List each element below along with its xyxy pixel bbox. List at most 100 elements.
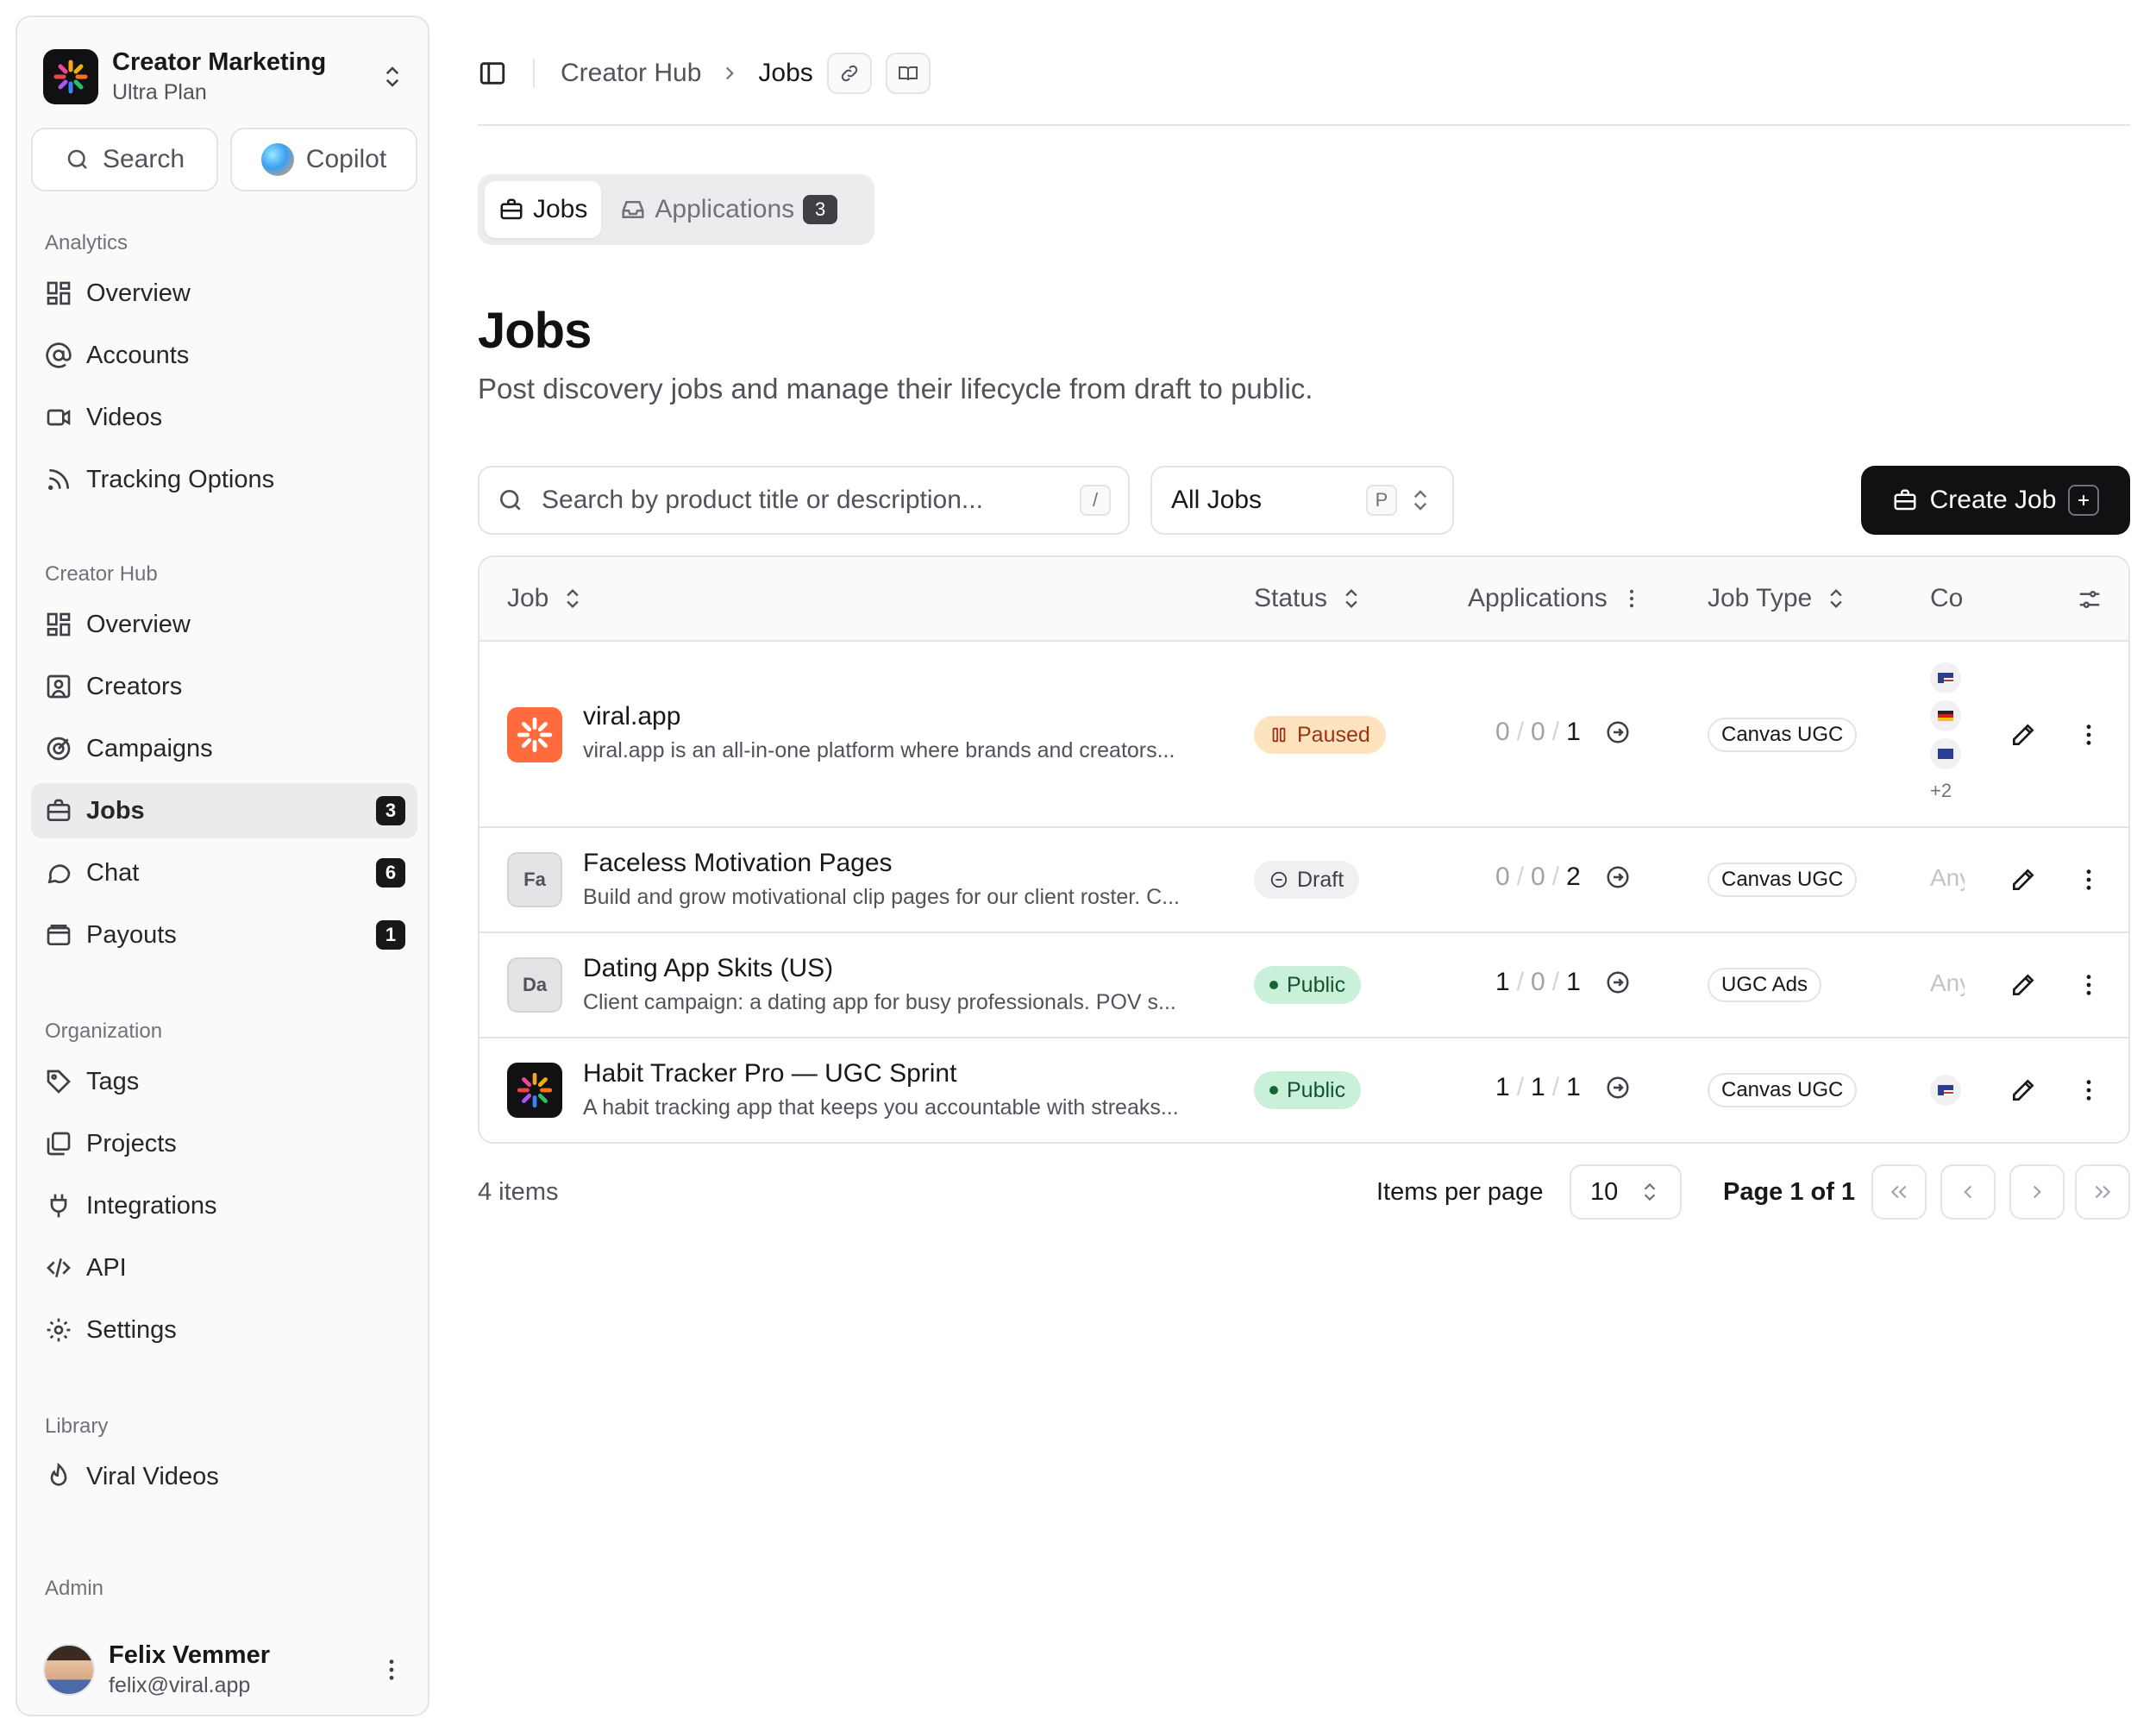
sidebar-item-campaigns[interactable]: Campaigns xyxy=(31,721,417,776)
book-open-icon xyxy=(898,66,918,81)
job-title[interactable]: Faceless Motivation Pages xyxy=(583,849,893,878)
more-countries: +2 xyxy=(1930,780,1952,801)
job-thumbnail xyxy=(507,1063,562,1118)
create-job-button[interactable]: Create Job xyxy=(1861,466,2130,535)
job-filter-select[interactable]: All Jobs P xyxy=(1150,466,1454,535)
sidebar-item-hub-overview[interactable]: Overview xyxy=(31,597,417,652)
sidebar-item-viral-videos[interactable]: Viral Videos xyxy=(31,1449,417,1504)
job-title[interactable]: viral.app xyxy=(583,702,680,731)
edit-icon[interactable] xyxy=(2009,721,2037,749)
tab-jobs[interactable]: Jobs xyxy=(485,181,602,238)
sidebar-item-payouts[interactable]: Payouts 1 xyxy=(31,907,417,963)
arrow-right-circle-icon[interactable] xyxy=(1605,969,1631,995)
sidebar-item-jobs[interactable]: Jobs 3 xyxy=(31,783,417,838)
pause-icon xyxy=(1272,727,1286,743)
sidebar-item-videos[interactable]: Videos xyxy=(31,390,417,445)
last-page-button[interactable] xyxy=(2075,1164,2130,1220)
wallet-icon xyxy=(47,925,71,945)
dashboard-icon xyxy=(47,612,71,637)
search-input[interactable] xyxy=(542,486,1080,515)
sidebar-item-label: Settings xyxy=(86,1315,177,1344)
table-row[interactable]: Da Dating App Skits (US) Client campaign… xyxy=(479,933,2128,1038)
sidebar-item-analytics-overview[interactable]: Overview xyxy=(31,266,417,321)
items-per-page-value: 10 xyxy=(1590,1177,1619,1206)
prev-page-button[interactable] xyxy=(1940,1164,1996,1220)
more-vertical-icon[interactable] xyxy=(378,1656,405,1684)
tag-icon xyxy=(47,1070,71,1094)
flag-de-icon xyxy=(1930,700,1961,731)
nav-heading: Library xyxy=(45,1414,109,1438)
sidebar-item-accounts[interactable]: Accounts xyxy=(31,328,417,383)
job-type-badge: UGC Ads xyxy=(1708,968,1822,1002)
job-title[interactable]: Dating App Skits (US) xyxy=(583,954,833,983)
sidebar-item-projects[interactable]: Projects xyxy=(31,1116,417,1171)
column-header-applications[interactable]: Applications xyxy=(1468,557,1644,640)
job-title[interactable]: Habit Tracker Pro — UGC Sprint xyxy=(583,1059,956,1088)
sidebar-item-tracking-options[interactable]: Tracking Options xyxy=(31,452,417,507)
count-badge: 1 xyxy=(376,920,405,950)
docs-button[interactable] xyxy=(885,53,931,94)
status-label: Paused xyxy=(1297,722,1370,747)
more-vertical-icon[interactable] xyxy=(2075,866,2103,894)
column-header-country[interactable]: Co xyxy=(1930,557,1978,640)
column-label: Applications xyxy=(1468,584,1608,612)
sidebar-item-tags[interactable]: Tags xyxy=(31,1054,417,1109)
chevron-right-icon xyxy=(2033,1185,2041,1199)
search-shortcut: / xyxy=(1080,485,1111,516)
copy-link-button[interactable] xyxy=(826,53,872,94)
country-value: Any xyxy=(1930,864,1965,891)
count-badge: 3 xyxy=(376,796,405,825)
sidebar-item-api[interactable]: API xyxy=(31,1240,417,1295)
search-icon xyxy=(500,490,521,511)
status-label: Public xyxy=(1287,1077,1346,1102)
sidebar-item-label: Campaigns xyxy=(86,734,213,762)
column-header-job-type[interactable]: Job Type xyxy=(1708,557,1848,640)
sidebar-item-label: Integrations xyxy=(86,1191,217,1220)
edit-icon[interactable] xyxy=(2009,1076,2037,1104)
table-row[interactable]: Fa Faceless Motivation Pages Build and g… xyxy=(479,828,2128,933)
job-search: / xyxy=(478,466,1130,535)
nav-group-admin: Admin xyxy=(31,1573,417,1604)
edit-icon[interactable] xyxy=(2009,866,2037,894)
sidebar-toggle-icon[interactable] xyxy=(478,59,507,88)
copilot-button[interactable]: Copilot xyxy=(230,128,417,191)
table-row[interactable]: Habit Tracker Pro — UGC Sprint A habit t… xyxy=(479,1038,2128,1142)
edit-icon[interactable] xyxy=(2009,971,2037,999)
column-header-job[interactable]: Job xyxy=(507,557,585,640)
sidebar-item-label: Projects xyxy=(86,1129,177,1157)
item-count: 4 items xyxy=(478,1178,559,1206)
sidebar-item-label: Overview xyxy=(86,279,191,307)
top-bar: Creator Hub Jobs xyxy=(478,43,2130,104)
column-settings-icon[interactable] xyxy=(2077,586,2103,612)
chevrons-right-icon xyxy=(2095,1185,2111,1199)
sidebar-item-creators[interactable]: Creators xyxy=(31,659,417,714)
nav-group-creator-hub: Creator Hub Overview Creators Campaigns … xyxy=(31,559,417,963)
sidebar-item-integrations[interactable]: Integrations xyxy=(31,1178,417,1233)
sidebar-item-chat[interactable]: Chat 6 xyxy=(31,845,417,900)
breadcrumb-current: Jobs xyxy=(758,59,813,87)
first-page-button[interactable] xyxy=(1871,1164,1927,1220)
table-row[interactable]: viral.app viral.app is an all-in-one pla… xyxy=(479,642,2128,828)
breadcrumb-parent[interactable]: Creator Hub xyxy=(561,59,701,88)
applications-count: 1/ 0/ 1 xyxy=(1495,968,1631,997)
nav-heading: Admin xyxy=(45,1577,104,1600)
items-per-page-select[interactable]: 10 xyxy=(1570,1164,1682,1220)
user-profile[interactable]: Felix Vemmer felix@viral.app xyxy=(43,1635,405,1704)
arrow-right-circle-icon[interactable] xyxy=(1605,719,1631,745)
search-button[interactable]: Search xyxy=(31,128,218,191)
apps-total: 1 xyxy=(1566,1073,1581,1101)
job-thumbnail: Fa xyxy=(507,852,562,907)
tab-applications[interactable]: Applications 3 xyxy=(606,181,851,238)
more-vertical-icon[interactable] xyxy=(2075,1076,2103,1104)
flame-icon xyxy=(50,1463,67,1486)
chevrons-left-icon xyxy=(1890,1185,1907,1199)
country-flags: +2 xyxy=(1930,662,1961,802)
arrow-right-circle-icon[interactable] xyxy=(1605,864,1631,890)
arrow-right-circle-icon[interactable] xyxy=(1605,1075,1631,1101)
next-page-button[interactable] xyxy=(2009,1164,2065,1220)
more-vertical-icon[interactable] xyxy=(2075,721,2103,749)
sidebar-item-settings[interactable]: Settings xyxy=(31,1302,417,1358)
column-header-status[interactable]: Status xyxy=(1254,557,1363,640)
more-vertical-icon[interactable] xyxy=(2075,971,2103,999)
org-switcher[interactable]: Creator Marketing Ultra Plan xyxy=(43,41,405,112)
